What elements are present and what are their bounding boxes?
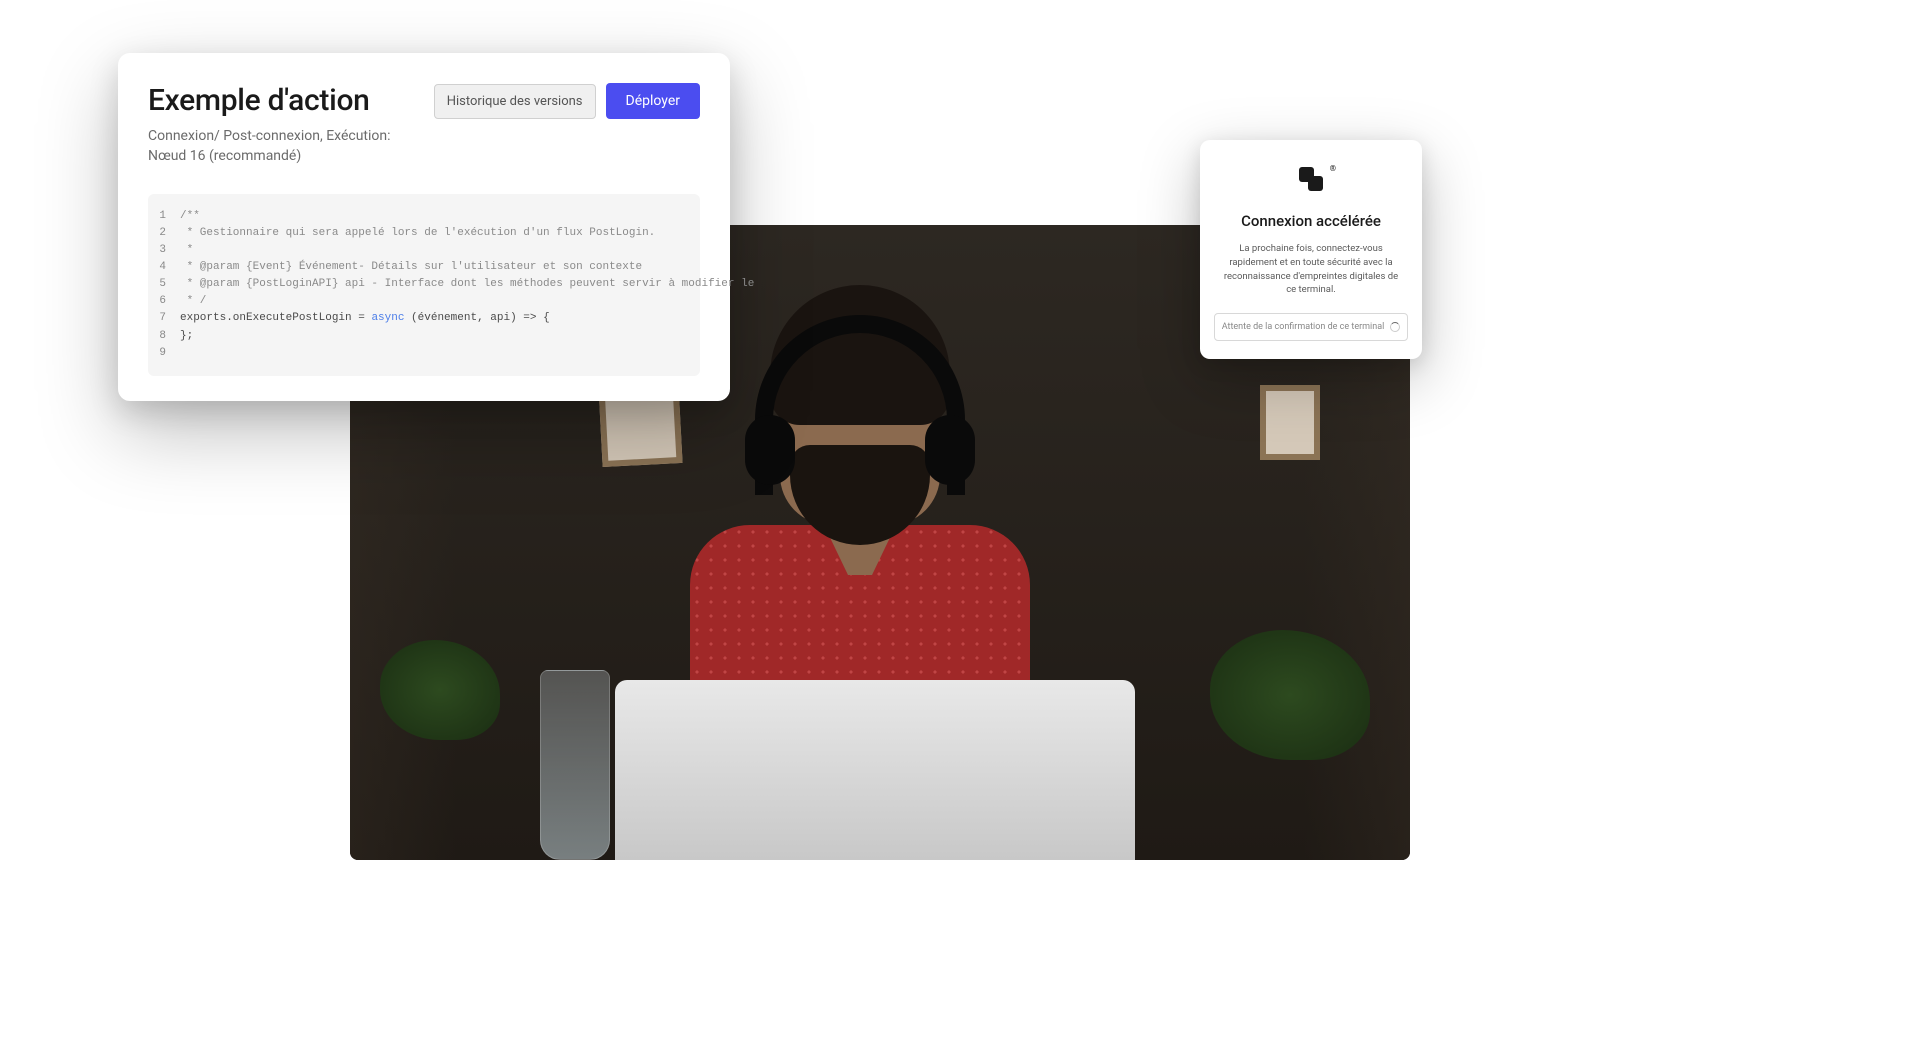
line-number: 4 <box>158 259 180 276</box>
login-status-box: Attente de la confirmation de ce termina… <box>1214 313 1408 341</box>
login-modal: ® Connexion accélérée La prochaine fois,… <box>1200 140 1422 359</box>
line-content: * <box>180 242 193 259</box>
code-block[interactable]: 1/**2 * Gestionnaire qui sera appelé lor… <box>148 194 700 375</box>
line-number: 2 <box>158 225 180 242</box>
line-content: * @param {Event} Événement- Détails sur … <box>180 259 642 276</box>
line-content: * Gestionnaire qui sera appelé lors de l… <box>180 225 655 242</box>
line-content: * @param {PostLoginAPI} api - Interface … <box>180 276 754 293</box>
registered-mark: ® <box>1330 164 1336 173</box>
line-number: 3 <box>158 242 180 259</box>
code-line: 6 * / <box>158 293 690 310</box>
line-number: 1 <box>158 208 180 225</box>
code-line: 2 * Gestionnaire qui sera appelé lors de… <box>158 225 690 242</box>
code-line: 5 * @param {PostLoginAPI} api - Interfac… <box>158 276 690 293</box>
brand-logo: ® <box>1214 164 1408 196</box>
code-actions: Historique des versions Déployer <box>434 83 700 119</box>
line-content: exports.onExecutePostLogin = async (évén… <box>180 310 550 327</box>
line-number: 9 <box>158 345 180 362</box>
login-description: La prochaine fois, connectez-vous rapide… <box>1214 242 1408 297</box>
spinner-icon <box>1390 322 1400 332</box>
code-line: 8}; <box>158 328 690 345</box>
code-line: 9 <box>158 345 690 362</box>
code-line: 3 * <box>158 242 690 259</box>
login-title: Connexion accélérée <box>1214 212 1408 230</box>
line-number: 8 <box>158 328 180 345</box>
login-status-text: Attente de la confirmation de ce termina… <box>1222 322 1385 332</box>
line-content: * / <box>180 293 206 310</box>
line-content: }; <box>180 328 193 345</box>
line-number: 7 <box>158 310 180 327</box>
logo-icon: ® <box>1296 164 1326 194</box>
line-number: 6 <box>158 293 180 310</box>
code-header: Exemple d'action Historique des versions… <box>148 83 700 119</box>
line-content: /** <box>180 208 200 225</box>
deploy-button[interactable]: Déployer <box>606 83 700 119</box>
code-subtitle: Connexion/ Post-connexion, Exécution: Nœ… <box>148 127 408 166</box>
version-history-button[interactable]: Historique des versions <box>434 84 596 119</box>
code-line: 1/** <box>158 208 690 225</box>
code-line: 7exports.onExecutePostLogin = async (évé… <box>158 310 690 327</box>
code-editor-card: Exemple d'action Historique des versions… <box>118 53 730 401</box>
code-line: 4 * @param {Event} Événement- Détails su… <box>158 259 690 276</box>
code-title: Exemple d'action <box>148 83 370 118</box>
line-number: 5 <box>158 276 180 293</box>
